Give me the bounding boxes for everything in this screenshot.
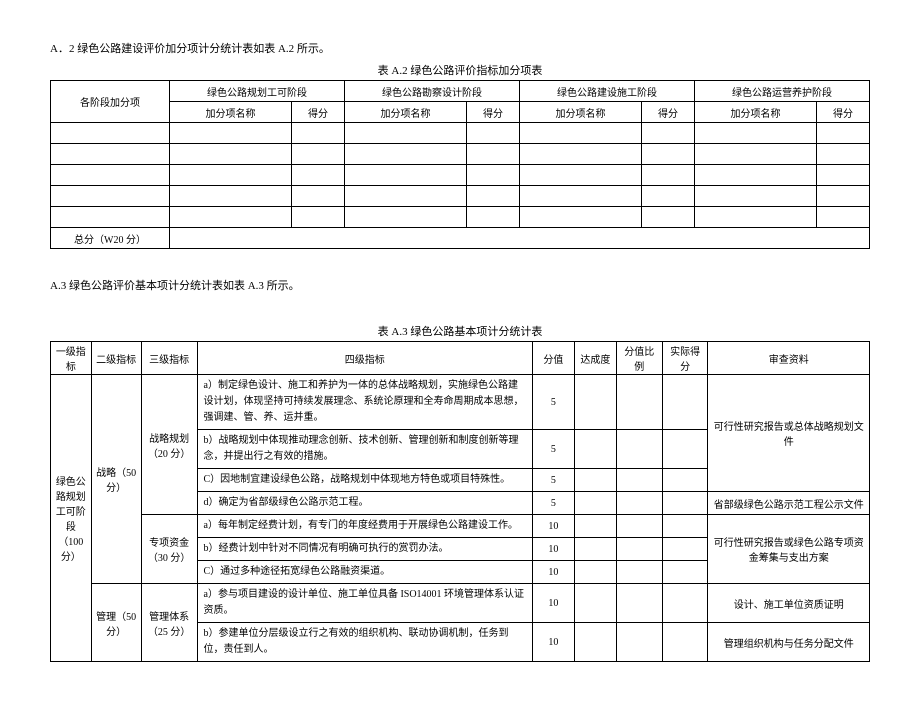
hdr-l4: 四级指标 bbox=[197, 342, 532, 375]
a2-stage-2: 绿色公路建设施工阶段 bbox=[520, 81, 695, 102]
hdr-l2: 二级指标 bbox=[91, 342, 141, 375]
a2-caption: 表 A.2 绿色公路评价指标加分项表 bbox=[50, 62, 870, 78]
l4-cell: b）经费计划中针对不同情况有明确可执行的赏罚办法。 bbox=[197, 538, 532, 561]
a2-sub-score: 得分 bbox=[642, 102, 695, 123]
a2-sub-name: 加分项名称 bbox=[345, 102, 467, 123]
a2-stage-0: 绿色公路规划工可阶段 bbox=[170, 81, 345, 102]
score-cell: 10 bbox=[532, 561, 574, 584]
l1-cell: 绿色公路规划工可阶段（100 分） bbox=[51, 375, 92, 662]
mat-cell: 可行性研究报告或绿色公路专项资金筹集与支出方案 bbox=[708, 515, 870, 584]
a2-empty-row bbox=[51, 123, 870, 144]
l3-system: 管理体系（25 分） bbox=[141, 584, 197, 662]
a2-sub-score: 得分 bbox=[467, 102, 520, 123]
l4-cell: a）每年制定经费计划，有专门的年度经费用于开展绿色公路建设工作。 bbox=[197, 515, 532, 538]
score-cell: 10 bbox=[532, 538, 574, 561]
a2-empty-row bbox=[51, 186, 870, 207]
a2-sub-name: 加分项名称 bbox=[695, 102, 817, 123]
l4-cell: b）战略规划中体现推动理念创新、技术创新、管理创新和制度创新等理念，并提出行之有… bbox=[197, 430, 532, 469]
mat-cell: 可行性研究报告或总体战略规划文件 bbox=[708, 375, 870, 492]
l3-plan: 战略规划（20 分） bbox=[141, 375, 197, 515]
hdr-reach: 达成度 bbox=[574, 342, 616, 375]
a2-total-row: 总分（W20 分） bbox=[51, 228, 870, 249]
score-cell: 10 bbox=[532, 584, 574, 623]
a2-empty-row bbox=[51, 144, 870, 165]
l2-manage: 管理（50 分） bbox=[91, 584, 141, 662]
l4-cell: d）确定为省部级绿色公路示范工程。 bbox=[197, 492, 532, 515]
hdr-l3: 三级指标 bbox=[141, 342, 197, 375]
a2-sub-score: 得分 bbox=[292, 102, 345, 123]
score-cell: 5 bbox=[532, 492, 574, 515]
score-cell: 10 bbox=[532, 623, 574, 662]
score-cell: 5 bbox=[532, 430, 574, 469]
a2-total-label: 总分（W20 分） bbox=[51, 228, 170, 249]
a3-intro: A.3 绿色公路评价基本项计分统计表如表 A.3 所示。 bbox=[50, 277, 870, 293]
score-cell: 5 bbox=[532, 469, 574, 492]
score-cell: 5 bbox=[532, 375, 574, 430]
l4-cell: C）因地制宜建设绿色公路，战略规划中体现地方特色或项目特殊性。 bbox=[197, 469, 532, 492]
a2-sub-score: 得分 bbox=[817, 102, 870, 123]
l4-cell: C）通过多种途径拓宽绿色公路融资渠道。 bbox=[197, 561, 532, 584]
table-a3: 一级指标 二级指标 三级指标 四级指标 分值 达成度 分值比例 实际得分 审查资… bbox=[50, 341, 870, 662]
a3-caption: 表 A.3 绿色公路基本项计分统计表 bbox=[50, 323, 870, 339]
l4-cell: a）制定绿色设计、施工和养护为一体的总体战略规划，实施绿色公路建设计划，体现坚持… bbox=[197, 375, 532, 430]
table-a2: 各阶段加分项 绿色公路规划工可阶段 绿色公路勘察设计阶段 绿色公路建设施工阶段 … bbox=[50, 80, 870, 249]
a2-stage-1: 绿色公路勘察设计阶段 bbox=[345, 81, 520, 102]
mat-cell: 省部级绿色公路示范工程公示文件 bbox=[708, 492, 870, 515]
hdr-material: 审查资料 bbox=[708, 342, 870, 375]
l3-fund: 专项资金（30 分） bbox=[141, 515, 197, 584]
a2-sub-name: 加分项名称 bbox=[170, 102, 292, 123]
hdr-l1: 一级指标 bbox=[51, 342, 92, 375]
a2-stage-3: 绿色公路运营养护阶段 bbox=[695, 81, 870, 102]
a2-sub-name: 加分项名称 bbox=[520, 102, 642, 123]
a2-intro: A．2 绿色公路建设评价加分项计分统计表如表 A.2 所示。 bbox=[50, 40, 870, 56]
a2-header-stage: 各阶段加分项 bbox=[51, 81, 170, 123]
l4-cell: b）参建单位分层级设立行之有效的组织机构、联动协调机制，任务到位，责任到人。 bbox=[197, 623, 532, 662]
hdr-ratio: 分值比例 bbox=[616, 342, 662, 375]
hdr-score: 分值 bbox=[532, 342, 574, 375]
a2-empty-row bbox=[51, 165, 870, 186]
a2-empty-row bbox=[51, 207, 870, 228]
l2-strategy: 战略（50 分） bbox=[91, 375, 141, 584]
l4-cell: a）参与项目建设的设计单位、施工单位具备 ISO14001 环境管理体系认证资质… bbox=[197, 584, 532, 623]
hdr-actual: 实际得分 bbox=[662, 342, 708, 375]
score-cell: 10 bbox=[532, 515, 574, 538]
mat-cell: 设计、施工单位资质证明 bbox=[708, 584, 870, 623]
mat-cell: 管理组织机构与任务分配文件 bbox=[708, 623, 870, 662]
